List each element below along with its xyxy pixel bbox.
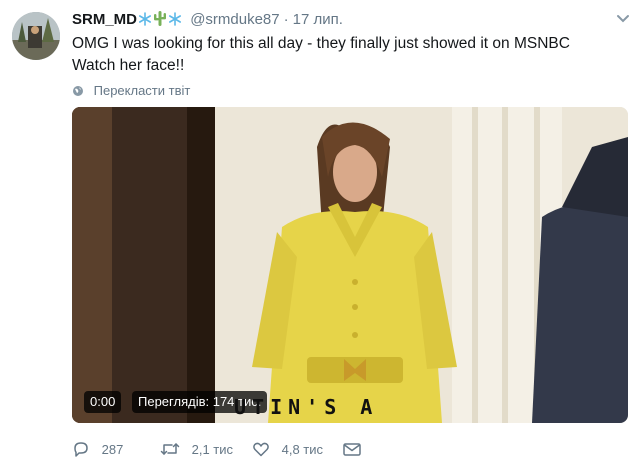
retweet-button[interactable]: 2,1 тис — [160, 439, 233, 461]
reply-button[interactable]: 287 — [72, 439, 123, 461]
envelope-icon — [342, 442, 370, 457]
like-button[interactable]: 4,8 тис — [252, 439, 323, 461]
chevron-down-icon[interactable] — [613, 12, 633, 26]
tweet-text-line: Watch her face!! — [72, 57, 185, 74]
direct-message-button[interactable] — [342, 439, 370, 461]
reply-icon — [72, 442, 102, 457]
author-handle[interactable]: @srmduke87 — [190, 11, 279, 28]
video-caption: UTIN'S A — [234, 395, 379, 419]
translate-label: Перекласти твіт — [93, 83, 191, 98]
snowflake-icon — [168, 12, 182, 32]
author-name[interactable]: SRM_MD — [72, 11, 137, 28]
snowflake-icon — [138, 12, 152, 32]
heart-icon — [252, 442, 282, 457]
tweet-header: SRM_MD @srmduke87 · 17 лип. — [72, 10, 629, 30]
tweet-date[interactable]: 17 лип. — [293, 11, 343, 28]
globe-icon — [72, 83, 94, 98]
video-player[interactable]: 0:00 Переглядів: 174 тис. UTIN'S A — [72, 107, 628, 423]
reply-count: 287 — [101, 442, 124, 457]
video-frame — [72, 107, 628, 423]
tweet-text-line: OMG I was looking for this all day - the… — [72, 35, 570, 52]
retweet-count: 2,1 тис — [191, 442, 234, 457]
like-count: 4,8 тис — [281, 442, 324, 457]
tweet-text: OMG I was looking for this all day - the… — [72, 33, 612, 77]
retweet-icon — [160, 442, 192, 457]
translate-link[interactable]: Перекласти твіт — [72, 82, 190, 100]
separator: · — [283, 11, 289, 28]
cactus-icon — [153, 10, 167, 32]
avatar[interactable] — [12, 12, 60, 60]
video-time: 0:00 — [84, 391, 122, 413]
